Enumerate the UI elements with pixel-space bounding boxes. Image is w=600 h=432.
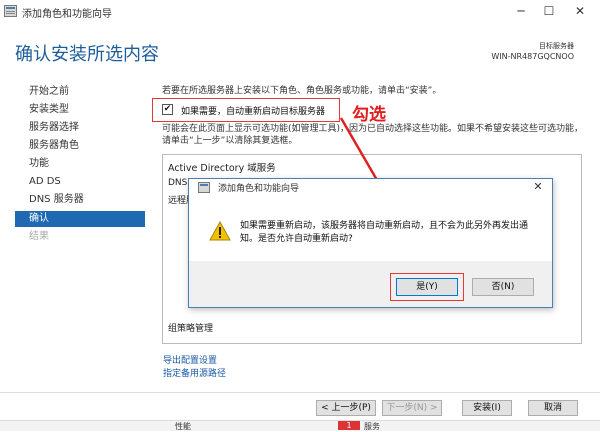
window-title: 添加角色和功能向导	[22, 9, 112, 20]
optional-features-description: 可能会在此页面上显示可选功能(如管理工具)，因为已自动选择这些功能。如果不希望安…	[162, 124, 584, 146]
close-button[interactable]: ✕	[569, 2, 591, 20]
restart-checkbox[interactable]: ✔	[162, 104, 173, 115]
nav-item-confirmation[interactable]: 确认	[15, 211, 145, 227]
annotation-text: 勾选	[352, 105, 386, 125]
background-label: 性能	[175, 422, 191, 431]
list-item: DNS	[168, 178, 188, 188]
footer-divider	[0, 392, 600, 393]
maximize-button[interactable]: ☐	[538, 2, 560, 20]
list-item: 组策略管理	[168, 324, 214, 334]
warning-icon	[209, 221, 231, 241]
install-button[interactable]: 安装(I)	[462, 400, 512, 416]
alternate-source-link[interactable]: 指定备用源路径	[163, 366, 226, 379]
yes-button[interactable]: 是(Y)	[396, 278, 458, 296]
previous-button[interactable]: < 上一步(P)	[316, 400, 376, 416]
target-server-label: 目标服务器	[539, 42, 574, 50]
dialog-close-button[interactable]: ✕	[527, 178, 549, 196]
target-server-name: WIN-NR487GQCNOO	[491, 52, 574, 61]
background-label: 服务	[364, 422, 380, 431]
nav-item-features[interactable]: 功能	[29, 156, 145, 172]
server-manager-icon	[4, 5, 17, 17]
nav-item-results: 结果	[29, 231, 49, 242]
minimize-button[interactable]: ─	[510, 2, 532, 20]
nav-item-installation-type[interactable]: 安装类型	[29, 102, 145, 118]
intro-text: 若要在所选服务器上安装以下角色、角色服务或功能，请单击“安装”。	[162, 86, 442, 96]
nav-item-ad-ds[interactable]: AD DS	[29, 174, 145, 190]
badge-count: 1	[346, 421, 352, 430]
page-title: 确认安装所选内容	[15, 44, 159, 65]
nav-item-before-you-begin[interactable]: 开始之前	[29, 84, 145, 100]
cancel-button[interactable]: 取消	[528, 400, 578, 416]
nav-item-dns-server[interactable]: DNS 服务器	[29, 192, 145, 208]
nav-item-server-selection[interactable]: 服务器选择	[29, 120, 145, 136]
dialog-title: 添加角色和功能向导	[218, 184, 300, 194]
nav-item-server-roles[interactable]: 服务器角色	[29, 138, 145, 154]
dialog-message: 如果需要重新启动，该服务器将自动重新启动，且不会为此另外再发出通知。是否允许自动…	[240, 221, 529, 244]
background-badge: 1	[338, 421, 360, 430]
next-button: 下一步(N) >	[382, 400, 442, 416]
list-item: Active Directory 域服务	[168, 163, 276, 174]
restart-checkbox-label[interactable]: 如果需要，自动重新启动目标服务器	[181, 104, 325, 117]
no-button[interactable]: 否(N)	[472, 278, 534, 296]
export-config-link[interactable]: 导出配置设置	[163, 353, 217, 366]
background-window-strip	[0, 420, 600, 431]
dialog-app-icon	[198, 182, 210, 193]
